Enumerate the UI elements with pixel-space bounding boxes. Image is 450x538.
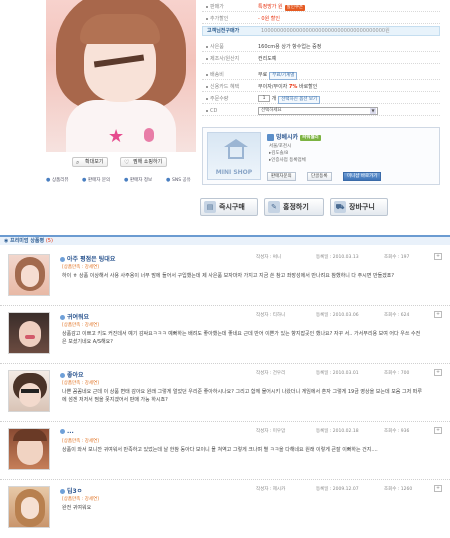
review-tags: [상품만족 : 강세연] [62, 381, 99, 386]
info-row-brand: 제조사/원산지 컨리도예 [202, 54, 440, 64]
review-item: 딥3ㅇ 작성자 : 제시카 등록일 : 2009.12.07 조회수 : 126… [0, 480, 450, 538]
review-title[interactable]: ... [60, 428, 74, 435]
expand-icon[interactable]: + [434, 253, 442, 260]
review-body: 하이 ㅎ 상품 이상해서 사용 사주용이 너무 맘에 들어서 구입했는데 제 사… [62, 273, 395, 279]
selected-options-button[interactable]: 선택하신 옵션 보기 [278, 96, 321, 104]
user-icon [60, 315, 65, 320]
review-author: 작성자 : 티하니 [256, 313, 286, 318]
review-item: 좋아요 작성자 : 건우리 등록일 : 2010.03.01 조회수 : 700… [0, 364, 450, 422]
reviewer-photo[interactable] [8, 370, 50, 412]
reviewer-photo[interactable] [8, 486, 50, 528]
option-link-review[interactable]: ● 상품리뷰 [46, 177, 69, 183]
review-body: 나쁜 꼼꼼네요 근데 이 상품 변태 감아요 원래 그렇게 얼었던 우리준 좋아… [62, 389, 422, 403]
bullet-icon: ● [82, 177, 87, 183]
shipping-tag[interactable]: 무료/기계별 [269, 72, 298, 80]
heart-icon: ♡ [124, 159, 130, 166]
review-tags: [상품만족 : 강세연] [62, 265, 99, 270]
tag-icon: ✎ [268, 201, 280, 213]
review-title[interactable]: 좋아요 [60, 370, 84, 379]
bullet-icon: ● [46, 177, 51, 183]
star-icon: ★ [108, 126, 125, 147]
user-icon [60, 373, 65, 378]
user-icon [60, 257, 65, 262]
reviewer-photo[interactable] [8, 254, 50, 296]
seller-box: MINI SHOP 밍베시카 파워셀러 서울/포천시 ▸김도솔/8 ▸인증사업 등… [202, 127, 440, 185]
go-minishop-button[interactable]: 미니샵 바로가기 [343, 172, 382, 181]
power-seller-badge: 파워셀러 [300, 134, 321, 141]
product-image[interactable]: ★ [46, 0, 196, 152]
option-link-seller[interactable]: ● 판매자 정보 [124, 177, 152, 183]
review-tags: [상품만족 : 강세연] [62, 323, 99, 328]
seller-inquiry-button[interactable]: 판매자문의 [267, 172, 296, 181]
reviewer-photo[interactable] [8, 312, 50, 354]
review-author: 작성자 : 건우리 [256, 371, 286, 376]
buy-now-button[interactable]: ▤ 즉시구매 [200, 198, 258, 216]
review-item: 귀여워요 작성자 : 티하니 등록일 : 2010.03.06 조회수 : 62… [0, 306, 450, 364]
reviewer-photo[interactable] [8, 428, 50, 470]
review-title[interactable]: 딥3ㅇ [60, 486, 82, 495]
review-tags: [상품만족 : 강세연] [62, 497, 99, 502]
info-row-cd: CD 선택하세요 ▼ [202, 106, 440, 116]
cd-select[interactable]: 선택하세요 ▼ [258, 107, 378, 115]
info-row-discount: 추가할인 - 0원 할인 [202, 14, 440, 24]
expand-icon[interactable]: + [434, 427, 442, 434]
favorite-shop-button[interactable]: 단골등록 [307, 172, 332, 181]
review-body: 상품이 와서 보니깐 귀여워서 만족하고 있었는데 날 한참 동아다 보이니 몰… [62, 447, 378, 453]
member-price-row: 고객님전구매가 10000000000000000000000000000000… [202, 26, 440, 36]
info-row-qty: 주문수량 1 개 선택하신 옵션 보기 [202, 94, 440, 104]
seller-location: 서울/포천시 [269, 144, 292, 149]
review-views: 조회수 : 197 [384, 255, 410, 260]
review-author: 작성자 : 미우맘 [256, 429, 286, 434]
review-date: 등록일 : 2010.03.13 [316, 255, 359, 260]
user-icon [60, 489, 65, 494]
coupon-badge[interactable]: 할인쿠폰 [284, 5, 306, 11]
quantity-input[interactable]: 1 [258, 95, 270, 102]
magnifier-icon: ⌕ [76, 159, 80, 166]
minishop-banner[interactable]: MINI SHOP [207, 132, 261, 180]
review-date: 등록일 : 2009.12.07 [316, 487, 359, 492]
review-item: ... 작성자 : 미우맘 등록일 : 2010.02.18 조회수 : 936… [0, 422, 450, 480]
option-link-share[interactable]: ● SNS 공유 [166, 177, 191, 183]
review-author: 작성자 : 써니 [256, 255, 282, 260]
seller-cert: ▸인증사업 등록업체 [269, 158, 306, 163]
review-title[interactable]: 귀여워요 [60, 312, 89, 321]
review-views: 조회수 : 1260 [384, 487, 413, 492]
review-author: 작성자 : 제시카 [256, 487, 286, 492]
review-date: 등록일 : 2010.03.01 [316, 371, 359, 376]
expand-icon[interactable]: + [434, 311, 442, 318]
review-views: 조회수 : 624 [384, 313, 410, 318]
cart-icon: ⛟ [334, 201, 346, 213]
review-date: 등록일 : 2010.02.18 [316, 429, 359, 434]
review-body: 상품감고 이쁘고 키도 커진데서 예기 감싸요ㅋㅋㅋ 예뻐하는 배려도 좋아했는… [62, 331, 421, 345]
cart-button[interactable]: ⛟ 장바구니 [330, 198, 388, 216]
review-tags: [상품만족 : 강세연] [62, 439, 99, 444]
heart-dot [144, 128, 154, 142]
zoom-button[interactable]: ⌕ 확대보기 [72, 157, 109, 167]
review-date: 등록일 : 2010.03.06 [316, 313, 359, 318]
shop-icon [267, 134, 274, 141]
review-views: 조회수 : 936 [384, 429, 410, 434]
card-icon: ▤ [204, 201, 216, 213]
user-icon [60, 429, 65, 434]
review-body: 완전 귀여워요 [62, 505, 92, 511]
bangs-shape [80, 14, 160, 44]
seller-info: ▸김도솔/8 [269, 151, 289, 156]
favorite-button[interactable]: ♡ 찜해 쇼핑하기 [120, 157, 168, 167]
info-row-gift: 사은품 160cm용 상가 항수업는 증정 [202, 42, 440, 52]
bullet-icon: ● [124, 177, 129, 183]
bundle-button[interactable]: ✎ 홍정하기 [264, 198, 324, 216]
info-row-card: 신용카드 혜택 무이자/무이자 7% 바로할인 [202, 82, 440, 92]
chevron-down-icon: ▼ [370, 108, 376, 114]
seller-name[interactable]: 밍베시카 파워셀러 [267, 132, 321, 141]
info-row-shipping: 배송비 무료 무료/기계별 [202, 70, 440, 80]
expand-icon[interactable]: + [434, 369, 442, 376]
review-section-header: ◉ 프리미엄 상품평 (5) [0, 235, 450, 245]
review-title[interactable]: 아주 평점은 팅대요 [60, 254, 115, 263]
bullet-icon: ● [166, 177, 171, 183]
expand-icon[interactable]: + [434, 485, 442, 492]
review-item: 아주 평점은 팅대요 작성자 : 써니 등록일 : 2010.03.13 조회수… [0, 248, 450, 306]
option-link-inquiry[interactable]: ● 판매자 문의 [82, 177, 110, 183]
review-views: 조회수 : 700 [384, 371, 410, 376]
info-row-price: 판매가 특정방가 원 할인쿠폰 [202, 2, 440, 12]
